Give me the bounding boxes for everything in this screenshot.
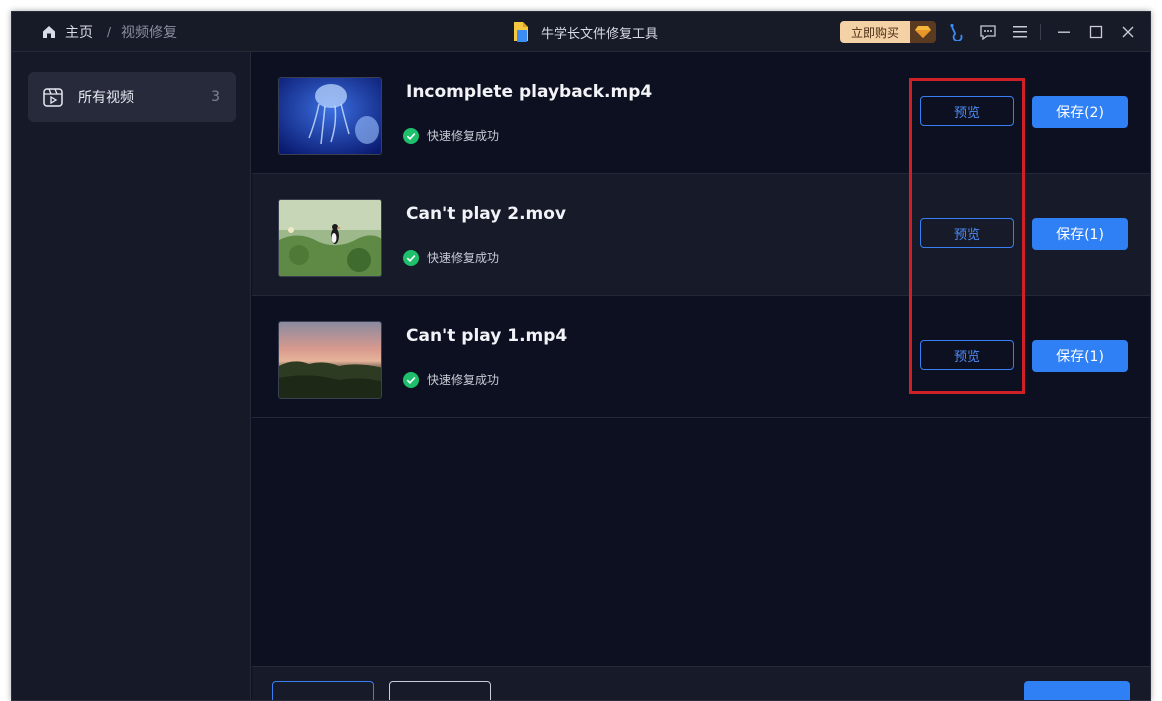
home-icon[interactable] [41,24,57,40]
video-list: Incomplete playback.mp4 快速修复成功 预览 保存(2) [252,52,1150,700]
video-library-icon [42,86,64,108]
save-button[interactable]: 保存(2) [1032,96,1128,128]
preview-button[interactable]: 预览 [920,218,1014,248]
app-title-group: 牛学长文件修复工具 [512,12,658,52]
minimize-icon[interactable] [1054,22,1074,42]
video-thumbnail [278,77,382,155]
file-name: Can't play 1.mp4 [406,326,568,346]
list-item: Can't play 1.mp4 快速修复成功 预览 保存(1) [252,296,1150,418]
menu-icon[interactable] [1010,22,1030,42]
support-icon[interactable] [946,22,966,42]
preview-button[interactable]: 预览 [920,96,1014,126]
breadcrumb: 主页 / 视频修复 [41,12,177,52]
save-button[interactable]: 保存(1) [1032,340,1128,372]
breadcrumb-home[interactable]: 主页 [65,22,93,42]
gem-icon [910,21,936,43]
status: 快速修复成功 [403,371,499,388]
sidebar-item-label: 所有视频 [78,90,134,106]
feedback-icon[interactable] [978,22,998,42]
check-circle-icon [403,127,419,144]
status: 快速修复成功 [403,249,499,266]
buy-now-button[interactable]: 立即购买 [840,21,936,43]
preview-button[interactable]: 预览 [920,340,1014,370]
status-text: 快速修复成功 [427,129,500,143]
sidebar-item-all-videos[interactable]: 所有视频 3 [28,72,236,122]
titlebar-divider [1040,24,1041,40]
app-logo-icon [512,21,530,43]
app-title: 牛学长文件修复工具 [541,26,659,42]
close-icon[interactable] [1118,22,1138,42]
status-text: 快速修复成功 [427,251,500,265]
status-text: 快速修复成功 [427,373,500,387]
sidebar: 所有视频 3 [12,52,251,700]
check-circle-icon [403,249,419,266]
bottom-secondary-button[interactable] [272,681,374,700]
bottom-primary-button[interactable] [1024,681,1130,700]
buy-now-label: 立即购买 [840,21,910,43]
file-name: Incomplete playback.mp4 [406,82,653,102]
breadcrumb-current: 视频修复 [121,25,178,41]
status: 快速修复成功 [403,127,499,144]
file-name: Can't play 2.mov [406,204,567,224]
app-window: 主页 / 视频修复 牛学长文件修复工具 立即购买 所有视频 3 Incomple… [11,11,1151,701]
save-button[interactable]: 保存(1) [1032,218,1128,250]
video-thumbnail [278,199,382,277]
title-bar: 主页 / 视频修复 牛学长文件修复工具 立即购买 [12,12,1150,52]
sidebar-item-count: 3 [211,89,220,105]
list-item: Can't play 2.mov 快速修复成功 预览 保存(1) [252,174,1150,296]
check-circle-icon [403,371,419,388]
bottom-action-bar [252,666,1150,700]
breadcrumb-separator: / [107,25,112,39]
bottom-outline-button[interactable] [389,681,491,700]
video-thumbnail [278,321,382,399]
maximize-icon[interactable] [1086,22,1106,42]
list-item: Incomplete playback.mp4 快速修复成功 预览 保存(2) [252,52,1150,174]
